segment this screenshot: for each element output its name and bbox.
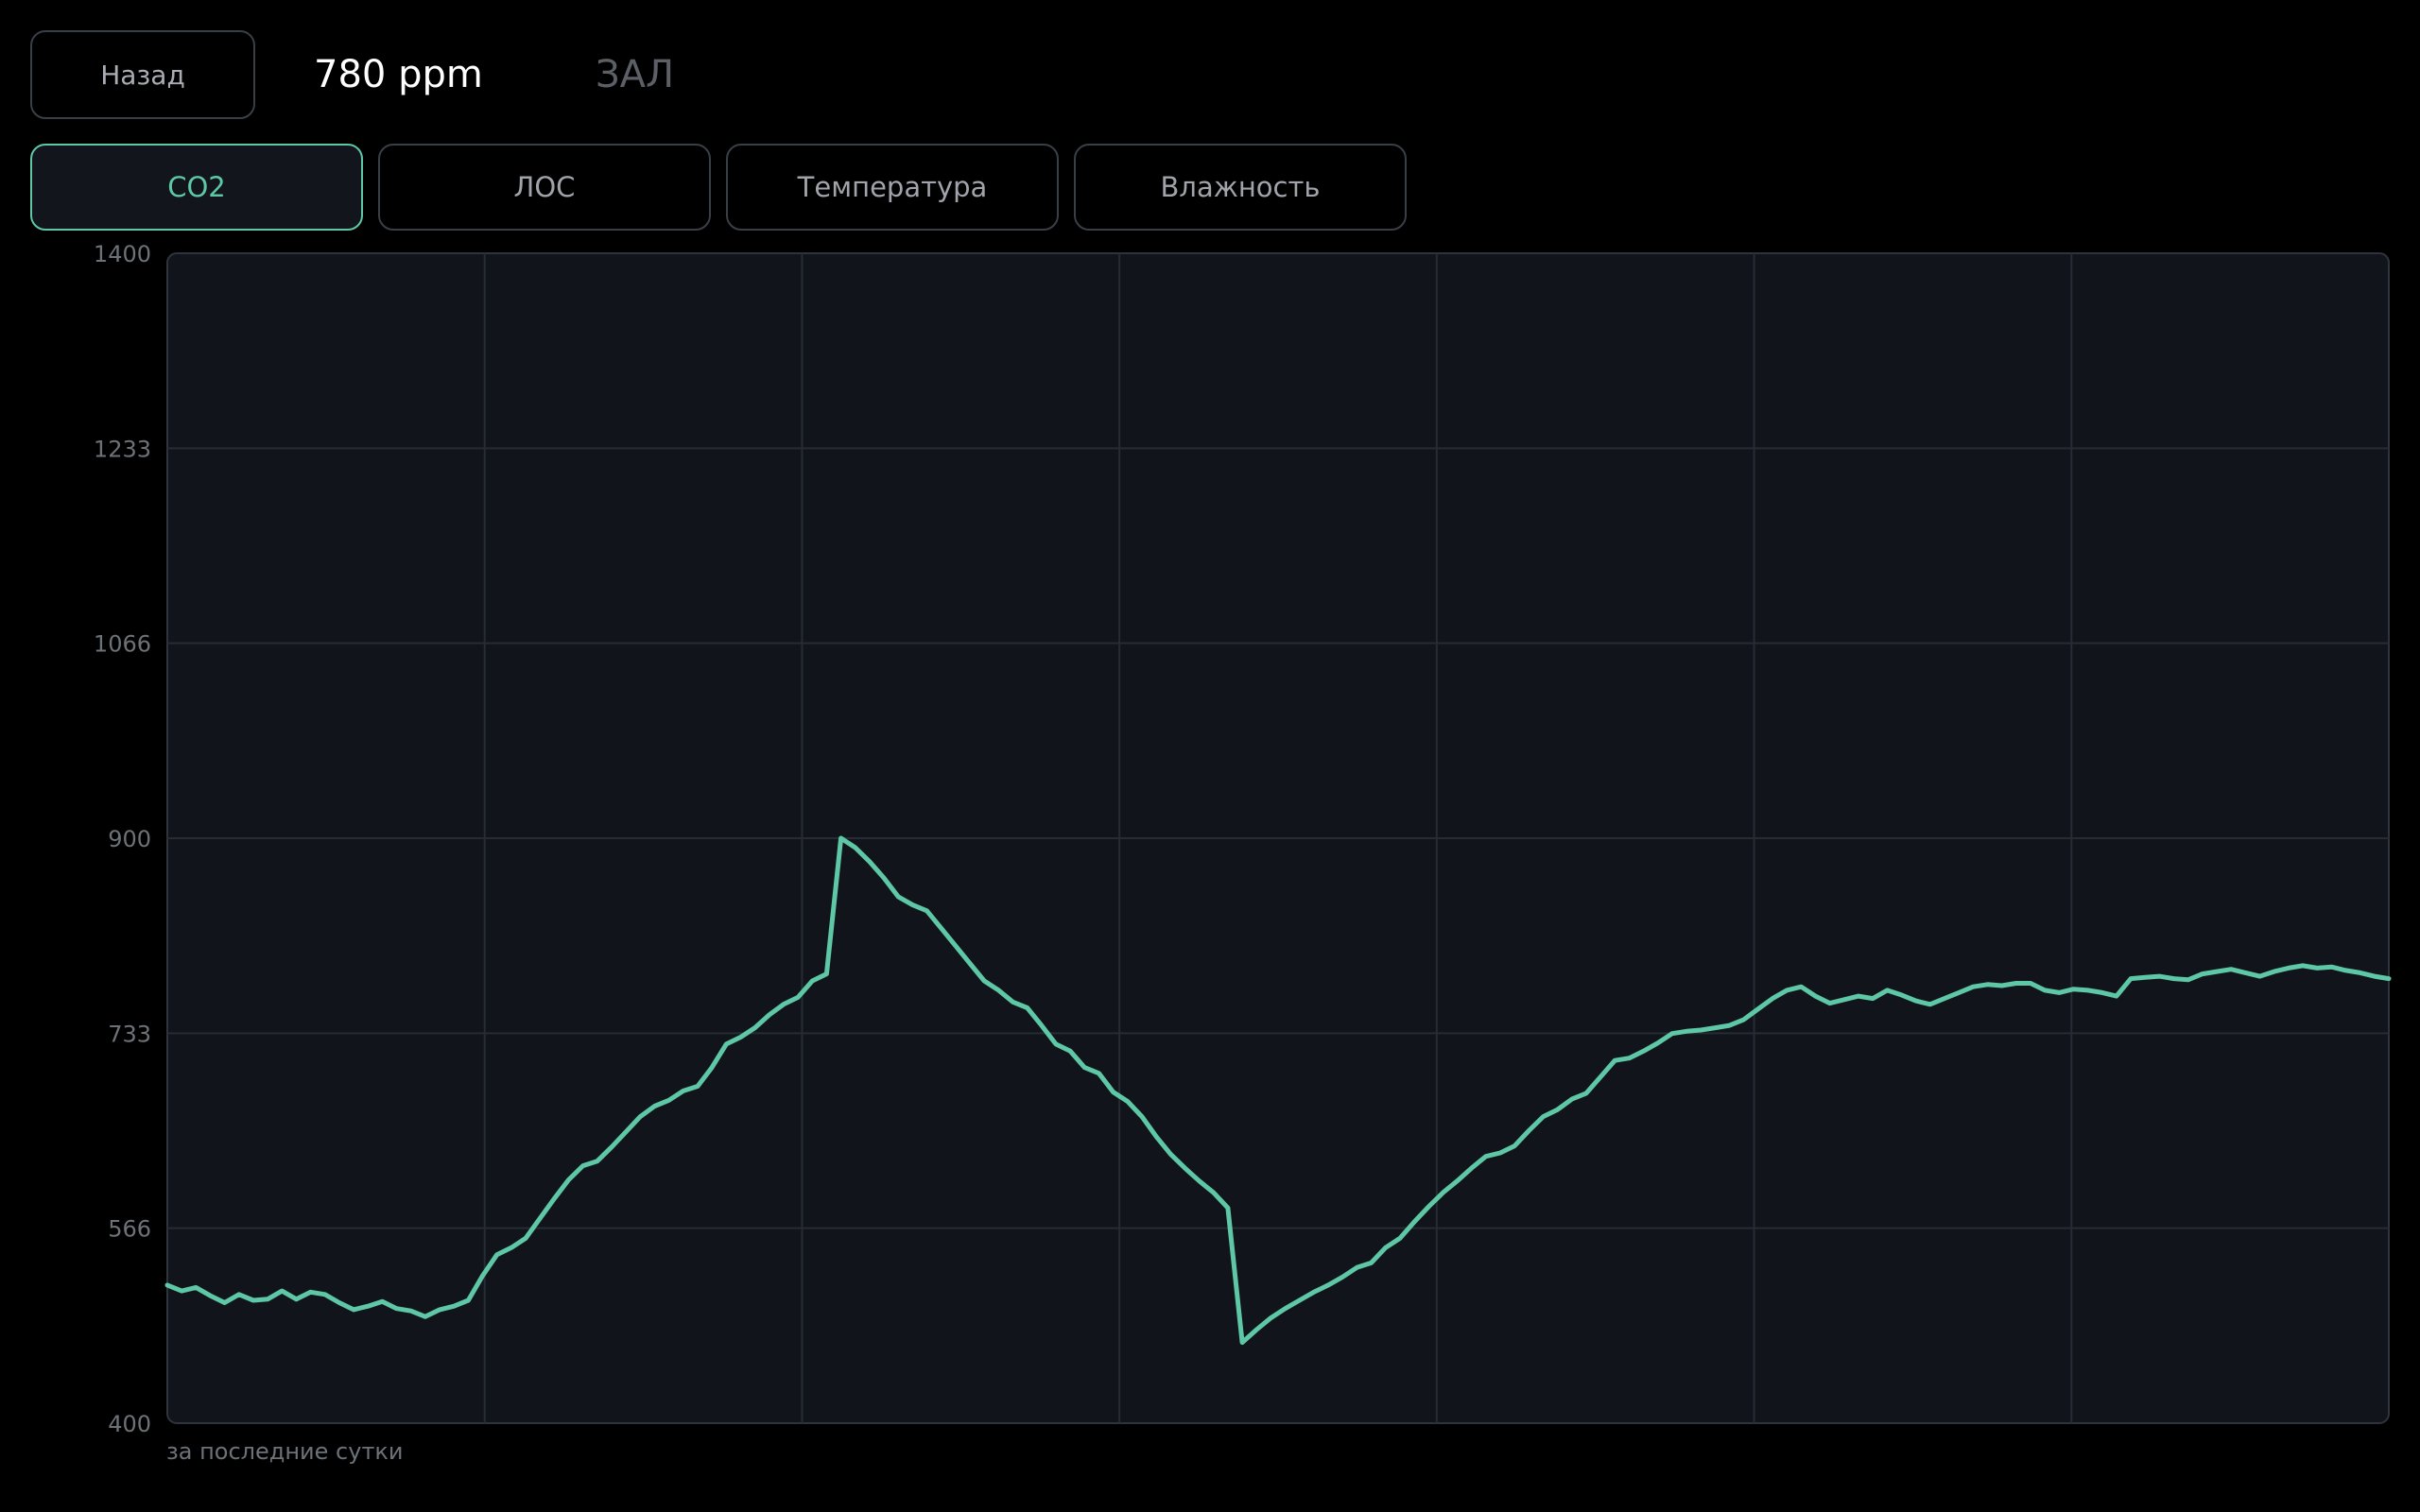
tab-humidity[interactable]: Влажность (1074, 144, 1407, 231)
y-tick-label: 400 (108, 1411, 151, 1437)
back-button[interactable]: Назад (30, 30, 255, 119)
y-tick-label: 900 (108, 826, 151, 852)
tab-voc[interactable]: ЛОС (378, 144, 711, 231)
y-tick-label: 733 (108, 1021, 151, 1047)
y-tick-label: 1066 (94, 631, 151, 658)
co2-detail-screen: Назад 780 ppm ЗАЛ CO2 ЛОС Температура Вл… (0, 0, 2420, 1512)
tab-co2[interactable]: CO2 (30, 144, 363, 231)
y-tick-label: 566 (108, 1216, 151, 1243)
series-line-co2 (164, 835, 2392, 1346)
room-name: ЗАЛ (596, 53, 675, 96)
tab-temperature[interactable]: Температура (726, 144, 1059, 231)
y-tick-label: 1400 (94, 241, 151, 267)
current-reading: 780 ppm (314, 53, 483, 96)
plot-area (166, 252, 2390, 1424)
chart-period-caption: за последние сутки (166, 1438, 404, 1465)
y-tick-label: 1233 (94, 436, 151, 462)
